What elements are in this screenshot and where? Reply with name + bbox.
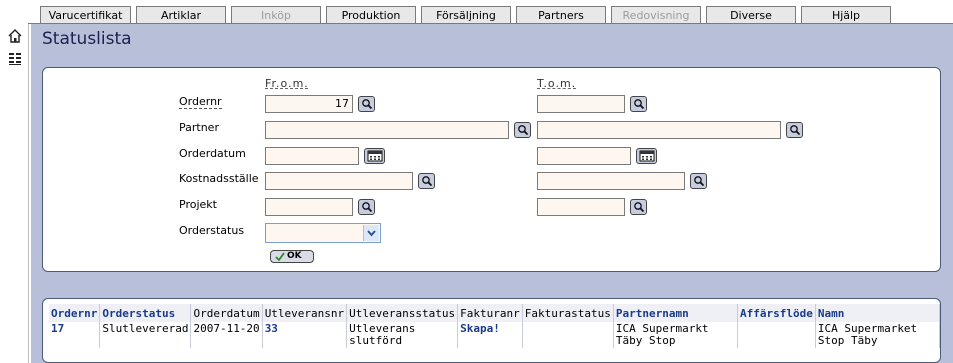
chevron-down-icon[interactable] [363,225,379,241]
partner-label: Partner [179,121,219,134]
tab-redovisning: Redovisning [611,6,701,23]
ok-button[interactable]: OK [270,250,314,263]
kostnadsstalle-label: Kostnadsställe [179,172,259,185]
search-icon [362,99,373,110]
partner-to-input[interactable] [537,121,781,139]
col-header-fakturanr: Fakturanr [457,304,523,322]
projekt-from-search-button[interactable] [358,199,375,215]
calendar-icon [639,150,655,162]
kostnadsstalle-to-input[interactable] [537,172,685,190]
partner-from-input[interactable] [265,121,509,139]
col-header-orderstatus[interactable]: Orderstatus [99,304,192,322]
col-header-utleveransstatus: Utleveransstatus [346,304,459,322]
search-icon [694,176,705,187]
kostnadsstalle-from-input[interactable] [265,172,413,190]
col-header-ordernr[interactable]: Ordernr [49,304,101,322]
search-icon [518,125,529,136]
ordernr-label: Ordernr [179,95,222,109]
cell-partnernamn: ICA Supermarkt Täby Stop [613,322,738,348]
tab-artiklar[interactable]: Artiklar [136,6,226,23]
tab-varucertifikat[interactable]: Varucertifikat [40,6,131,23]
ordernr-from-search-button[interactable] [358,96,375,112]
checkmark-icon [275,252,285,261]
cell-utleveransnr-link[interactable]: 33 [262,322,348,348]
col-header-namn[interactable]: Namn [815,304,941,322]
left-toolbar [0,24,29,363]
cell-ordernr-link[interactable]: 17 [49,322,101,348]
cell-fakturastatus [522,322,614,348]
cell-orderstatus: Slutlevererad [99,322,192,348]
projekt-to-input[interactable] [537,198,625,216]
table-header-row: Ordernr Orderstatus Orderdatum Utleveran… [49,304,941,322]
tab-forsaljning[interactable]: Försäljning [421,6,511,23]
col-header-partnernamn[interactable]: Partnernamn [613,304,738,322]
from-column-header: Fr.o.m. [265,77,309,90]
kostnadsstalle-from-search-button[interactable] [418,173,435,189]
ordernr-to-input[interactable] [537,95,625,113]
orderdatum-label: Orderdatum [179,147,246,160]
search-icon [634,99,645,110]
results-table: Ordernr Orderstatus Orderdatum Utleveran… [49,304,941,348]
main-content: Statuslista Fr.o.m. T.o.m. Ordernr 17 Pa… [31,24,953,363]
ordernr-to-search-button[interactable] [630,96,647,112]
ordernr-from-input[interactable]: 17 [265,95,353,113]
cell-skapa-faktura-link[interactable]: Skapa! [457,322,523,348]
col-header-affarsflode[interactable]: Affärsflöde [737,304,816,322]
tab-partners[interactable]: Partners [516,6,606,23]
search-icon [422,176,433,187]
projekt-from-input[interactable] [265,198,353,216]
partner-to-search-button[interactable] [786,122,803,138]
list-icon[interactable] [7,51,23,67]
top-menu-bar: Varucertifikat Artiklar Inköp Produktion… [0,0,953,24]
search-form: Fr.o.m. T.o.m. Ordernr 17 Partner Orderd… [42,67,941,272]
col-header-orderdatum: Orderdatum [190,304,263,322]
cell-namn: ICA Supermarket Stop Täby [815,322,941,348]
tab-hjalp[interactable]: Hjälp [801,6,891,23]
orderdatum-to-input[interactable] [537,147,631,165]
to-column-header: T.o.m. [537,77,577,90]
table-row: 17 Slutlevererad 2007-11-20 33 Utleveran… [49,322,941,348]
orderdatum-from-input[interactable] [265,147,359,165]
tab-inkop: Inköp [231,6,321,23]
cell-orderdatum: 2007-11-20 [190,322,263,348]
orderstatus-label: Orderstatus [179,224,245,237]
tab-diverse[interactable]: Diverse [706,6,796,23]
orderdatum-from-calendar-button[interactable] [364,148,385,164]
page-title: Statuslista [42,29,132,49]
search-icon [790,125,801,136]
cell-affarsflode [737,322,816,348]
partner-from-search-button[interactable] [514,122,531,138]
ok-button-label: OK [287,251,302,261]
orderstatus-select[interactable] [265,223,381,243]
calendar-icon [367,150,383,162]
home-icon[interactable] [7,28,23,44]
results-panel: Ordernr Orderstatus Orderdatum Utleveran… [42,298,941,363]
col-header-utleveransnr: Utleveransnr [262,304,348,322]
col-header-fakturastatus: Fakturastatus [522,304,614,322]
kostnadsstalle-to-search-button[interactable] [690,173,707,189]
search-icon [362,202,373,213]
projekt-label: Projekt [179,198,217,211]
search-icon [634,202,645,213]
orderdatum-to-calendar-button[interactable] [636,148,657,164]
tab-produktion[interactable]: Produktion [326,6,416,23]
cell-utleveransstatus: Utleverans slutförd [346,322,459,348]
projekt-to-search-button[interactable] [630,199,647,215]
